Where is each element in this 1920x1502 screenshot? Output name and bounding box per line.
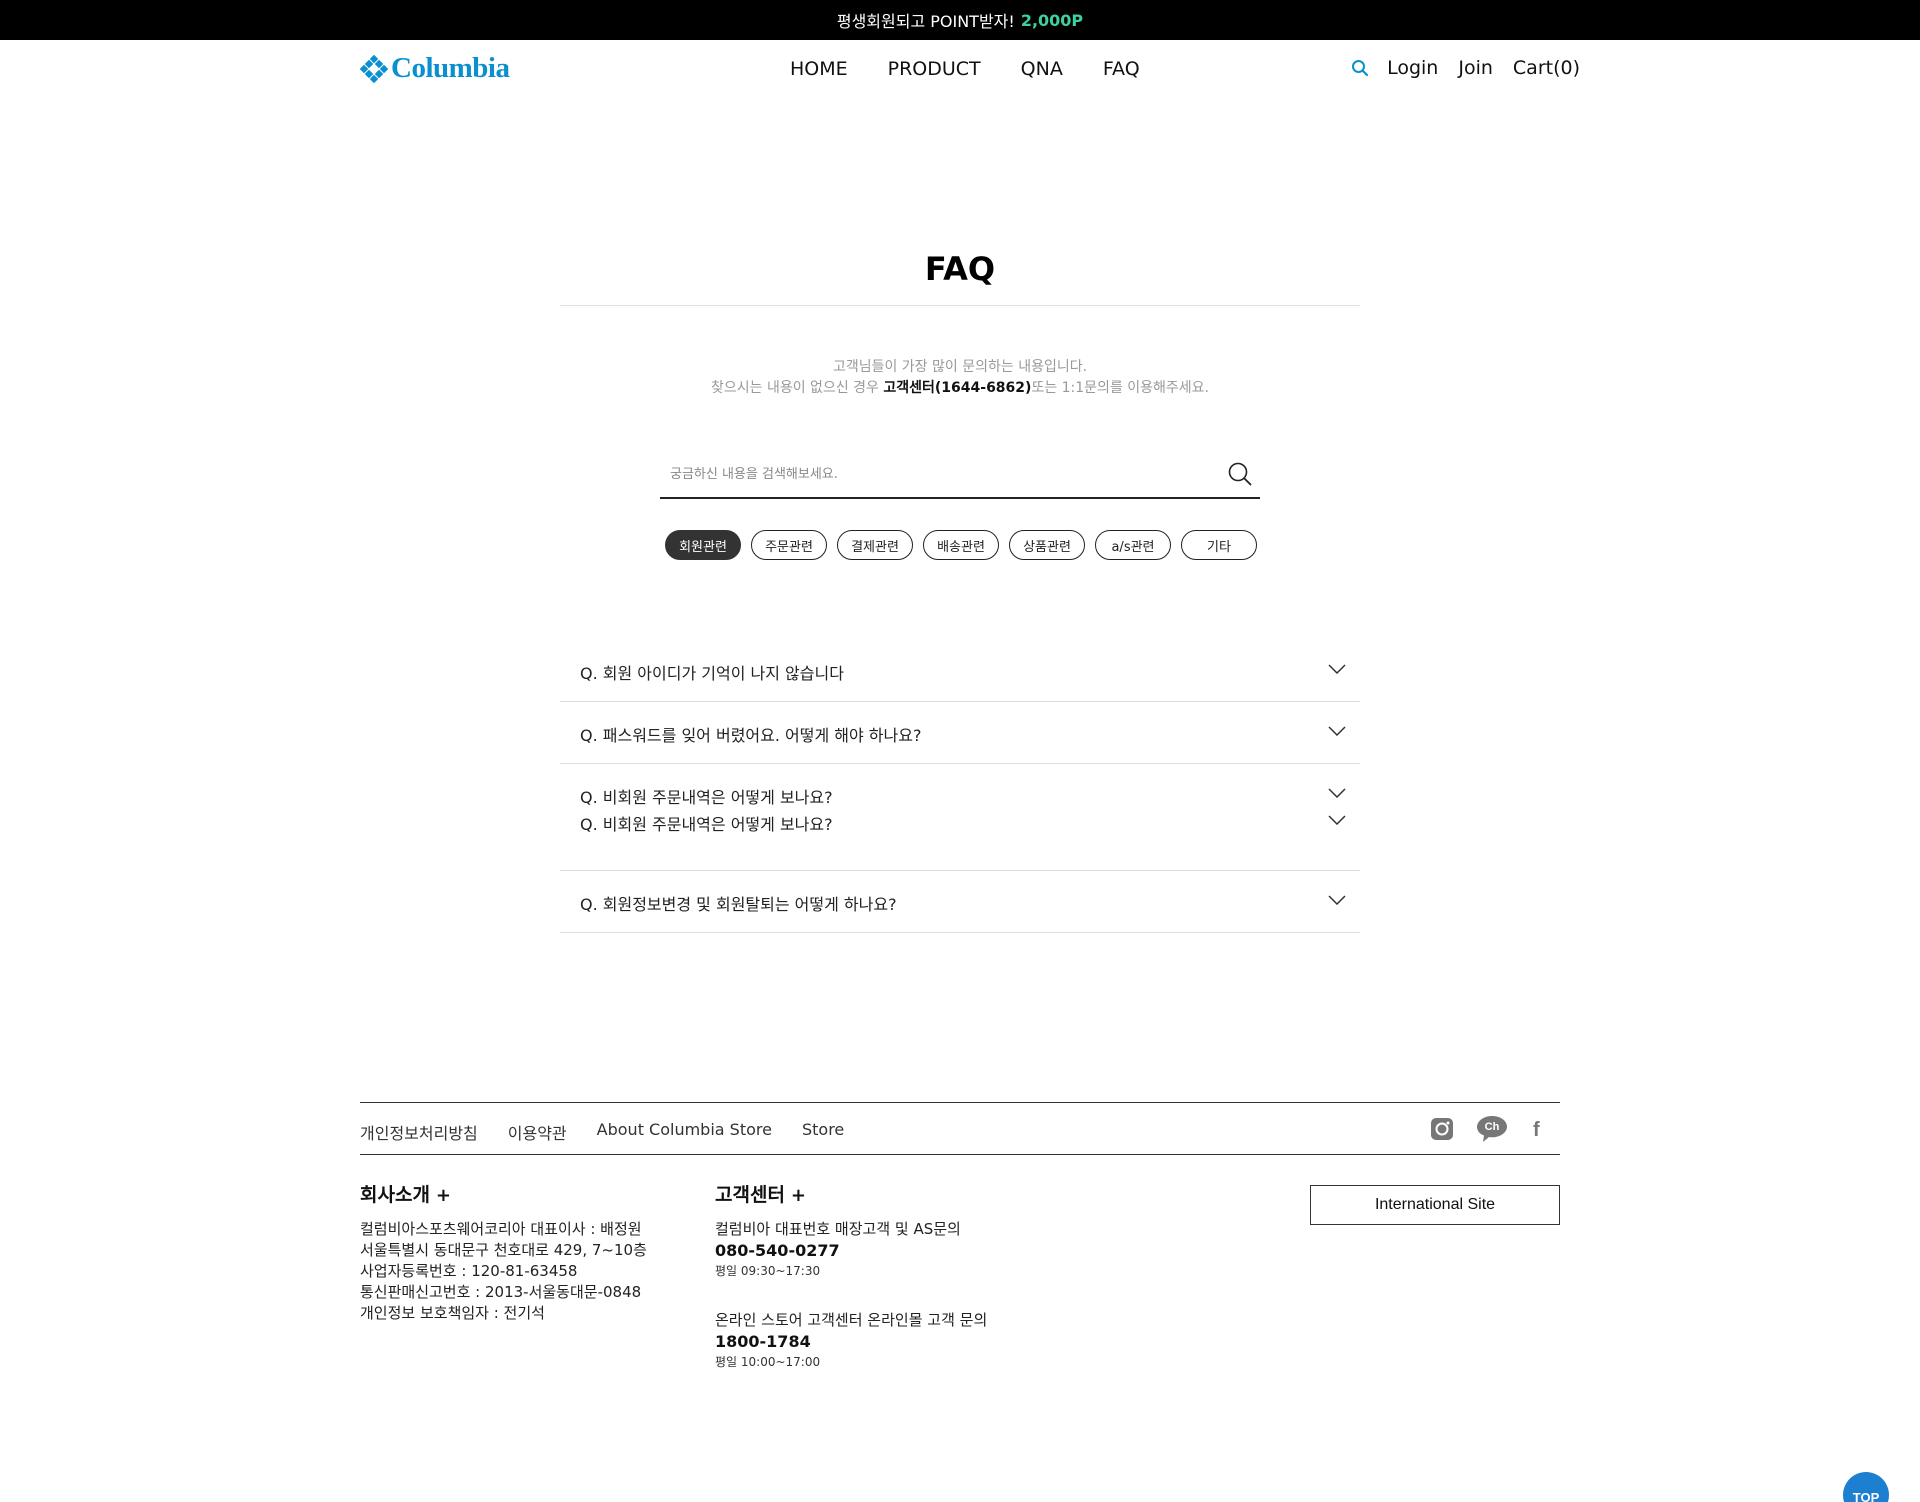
promo-point: 2,000P [1020, 10, 1084, 30]
promo-text: 평생회원되고 POINT받자! [836, 12, 1015, 31]
terms-link[interactable]: 이용약관 [508, 1120, 567, 1144]
cart-link[interactable]: Cart(0) [1513, 57, 1580, 79]
svg-text:f: f [1533, 1119, 1540, 1140]
page-title: FAQ [924, 250, 996, 288]
chevron-down-icon [1328, 664, 1346, 674]
company-line: 개인정보 보호책임자 : 전기석 [360, 1304, 545, 1322]
intro-line-2: 찾으시는 내용이 없으신 경우 고객센터(1644-6862)또는 1:1문의를… [560, 378, 1360, 399]
cs-phone: 1800-1784 [715, 1332, 811, 1351]
nav-faq[interactable]: FAQ [1103, 58, 1140, 80]
tab-payment[interactable]: 결제관련 [837, 530, 913, 560]
nav-product[interactable]: PRODUCT [888, 58, 981, 80]
join-link[interactable]: Join [1458, 57, 1493, 79]
faq-intro: 고객님들이 가장 많이 문의하는 내용입니다. 찾으시는 내용이 없으신 경우 … [560, 357, 1360, 399]
intro-line-2-pre: 찾으시는 내용이 없으신 경우 [711, 380, 884, 396]
title-divider [560, 305, 1360, 306]
cs-phone: 080-540-0277 [715, 1241, 840, 1260]
company-line: 서울특별시 동대문구 천호대로 429, 7~10층 [360, 1241, 647, 1259]
expand-plus-icon: + [435, 1185, 452, 1206]
company-line: 통신판매신고번호 : 2013-서울동대문-0848 [360, 1283, 642, 1301]
main-nav: HOME PRODUCT QNA FAQ [790, 58, 1180, 80]
company-info: 회사소개 + 컬럼비아스포츠웨어코리아 대표이사 : 배정원 서울특별시 동대문구… [360, 1185, 647, 1324]
faq-question: Q. 회원 아이디가 기억이 나지 않습니다 [580, 664, 844, 683]
faq-item[interactable]: Q. 회원정보변경 및 회원탈퇴는 어떻게 하나요? [560, 871, 1360, 933]
cs-label: 컬럼비아 대표번호 매장고객 및 AS문의 [715, 1220, 961, 1238]
cs-title[interactable]: 고객센터 + [715, 1185, 987, 1207]
logo-text: Columbia [391, 52, 510, 84]
top-promo-banner: 평생회원되고 POINT받자! 2,000P [0, 0, 1920, 40]
cs-hours: 평일 09:30~17:30 [715, 1264, 821, 1278]
brand-logo[interactable]: Columbia [360, 52, 510, 85]
tab-product[interactable]: 상품관련 [1009, 530, 1085, 560]
faq-item[interactable]: Q. 회원 아이디가 기억이 나지 않습니다 [560, 640, 1360, 702]
faq-search-input[interactable] [670, 460, 1190, 488]
svg-text:Ch: Ch [1485, 1121, 1500, 1133]
footer-link-bar: 개인정보처리방침 이용약관 About Columbia Store Store… [360, 1102, 1560, 1155]
login-link[interactable]: Login [1387, 57, 1438, 79]
cs-label: 온라인 스토어 고객센터 온라인몰 고객 문의 [715, 1311, 988, 1329]
privacy-policy-link[interactable]: 개인정보처리방침 [360, 1120, 478, 1144]
expand-plus-icon: + [790, 1185, 807, 1206]
kakao-channel-icon[interactable]: Ch [1476, 1115, 1508, 1143]
tab-as[interactable]: a/s관련 [1095, 530, 1171, 560]
chevron-down-icon [1328, 726, 1346, 736]
customer-center: 고객센터 + 컬럼비아 대표번호 매장고객 및 AS문의 080-540-0277… [715, 1185, 987, 1401]
international-site-button[interactable]: International Site [1310, 1185, 1560, 1225]
company-line: 컬럼비아스포츠웨어코리아 대표이사 : 배정원 [360, 1220, 642, 1238]
tab-etc[interactable]: 기타 [1181, 530, 1257, 560]
faq-question: Q. 비회원 주문내역은 어떻게 보나요? [580, 815, 833, 834]
intro-line-1: 고객님들이 가장 많이 문의하는 내용입니다. [832, 359, 1088, 375]
faq-list: Q. 회원 아이디가 기억이 나지 않습니다 Q. 패스워드를 잊어 버렸어요.… [560, 640, 1360, 933]
site-header: Columbia HOME PRODUCT QNA FAQ Login Join… [0, 40, 1920, 100]
facebook-icon[interactable]: f [1530, 1118, 1544, 1140]
faq-question: Q. 패스워드를 잊어 버렸어요. 어떻게 해야 하나요? [580, 726, 922, 745]
search-icon[interactable] [1351, 59, 1369, 77]
faq-search-button[interactable] [1226, 460, 1254, 488]
nav-qna[interactable]: QNA [1021, 58, 1063, 80]
social-links: Ch f [1408, 1115, 1544, 1143]
util-menu: Login Join Cart(0) [1351, 57, 1580, 79]
about-store-link[interactable]: About Columbia Store [597, 1120, 772, 1144]
intro-line-2-post: 또는 1:1문의를 이용해주세요. [1031, 380, 1209, 396]
company-line: 사업자등록번호 : 120-81-63458 [360, 1262, 578, 1280]
faq-question: Q. 비회원 주문내역은 어떻게 보나요? [580, 788, 833, 807]
faq-item[interactable]: Q. 패스워드를 잊어 버렸어요. 어떻게 해야 하나요? [560, 702, 1360, 764]
nav-home[interactable]: HOME [790, 58, 848, 80]
instagram-icon[interactable] [1430, 1117, 1454, 1141]
faq-question: Q. 회원정보변경 및 회원탈퇴는 어떻게 하나요? [580, 895, 897, 914]
faq-item[interactable]: Q. 비회원 주문내역은 어떻게 보나요? [560, 764, 1360, 809]
tab-delivery[interactable]: 배송관련 [923, 530, 999, 560]
faq-search-box [660, 452, 1260, 499]
footer-links: 개인정보처리방침 이용약관 About Columbia Store Store [360, 1120, 874, 1144]
cs-phone-highlight: 고객센터(1644-6862) [883, 380, 1032, 396]
scroll-top-button[interactable]: TOP [1843, 1472, 1889, 1502]
cs-hours: 평일 10:00~17:00 [715, 1355, 821, 1369]
company-title[interactable]: 회사소개 + [360, 1185, 647, 1207]
tab-member[interactable]: 회원관련 [665, 530, 741, 560]
tab-order[interactable]: 주문관련 [751, 530, 827, 560]
magnifier-icon [1228, 462, 1252, 486]
chevron-down-icon [1328, 895, 1346, 905]
chevron-down-icon [1328, 788, 1346, 798]
store-link[interactable]: Store [802, 1120, 844, 1144]
faq-item[interactable]: Q. 비회원 주문내역은 어떻게 보나요? [560, 809, 1360, 871]
chevron-down-icon [1328, 815, 1346, 825]
columbia-diamond-icon [360, 54, 388, 83]
category-tabs: 회원관련 주문관련 결제관련 배송관련 상품관련 a/s관련 기타 [665, 530, 1267, 560]
